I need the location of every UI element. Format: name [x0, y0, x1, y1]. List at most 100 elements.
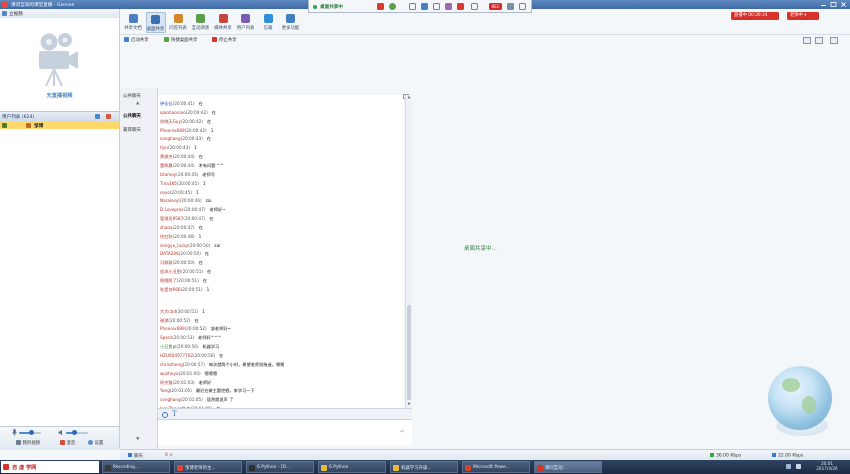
taskbar-item[interactable]: 机器学习升级...: [390, 461, 458, 473]
toolbar-tool-button[interactable]: 更多功能: [281, 12, 301, 33]
chat-sender-name[interactable]: ceyo: [160, 190, 170, 195]
send-icon[interactable]: ↵: [400, 429, 408, 435]
chat-sender-name[interactable]: DATA206: [160, 251, 179, 256]
chat-message-text: 老师好: [198, 379, 212, 385]
chat-sender-name[interactable]: Phoenix689: [160, 128, 185, 133]
chat-sender-name[interactable]: 大大cbd: [160, 309, 176, 314]
chat-sender-name[interactable]: Phoenix689: [160, 326, 185, 331]
toolbar-divider: [120, 34, 850, 35]
tab-guest-chat[interactable]: 嘉宾聊天: [123, 127, 141, 133]
settings-button[interactable]: 设置: [88, 440, 103, 446]
speaker-volume-handle[interactable]: [72, 430, 78, 435]
layout-toggle-icon[interactable]: [803, 37, 811, 44]
record-button[interactable]: REC: [489, 3, 502, 10]
select-region-icon[interactable]: [409, 3, 416, 10]
user-filter-icon[interactable]: [106, 114, 111, 119]
chat-sender-name[interactable]: conghang: [160, 397, 181, 402]
chat-sender-name[interactable]: 小丑鱼pl: [160, 344, 176, 349]
collapse-up-icon[interactable]: ▲: [136, 101, 139, 106]
toolbar-tool-button[interactable]: 信箱: [258, 12, 278, 33]
window-layout-icon[interactable]: [815, 37, 823, 44]
pen-tool-icon[interactable]: [421, 3, 428, 10]
chat-sender-name[interactable]: conghang: [160, 136, 181, 141]
share-settings-icon[interactable]: [507, 3, 514, 10]
chat-sender-name[interactable]: Yang: [160, 388, 170, 393]
chat-sender-name[interactable]: Naralesyl: [160, 198, 180, 203]
chat-sender-name[interactable]: 徐晓天Guy: [160, 119, 181, 124]
chat-sender-name[interactable]: 帆眼眶了: [160, 278, 177, 283]
toolbar-tool-button[interactable]: 桌面共享: [145, 12, 166, 33]
chat-sender-name[interactable]: Spero: [160, 335, 172, 340]
chat-message-text: 木有问题 ^^: [198, 162, 224, 168]
chat-sender-name[interactable]: Tina385: [160, 181, 177, 186]
chat-sender-name[interactable]: 管理员9587: [160, 216, 183, 221]
minimize-icon[interactable]: [820, 2, 827, 7]
chat-sender-name[interactable]: zhaoa: [160, 225, 173, 230]
chat-sender-name[interactable]: wuzhoyo: [160, 371, 179, 376]
toolbar-tool-button[interactable]: 问答列表: [168, 12, 188, 33]
mute-button[interactable]: 混音: [60, 440, 75, 446]
chat-sender-name[interactable]: zengyu_lucky: [160, 243, 188, 248]
chat-sender-name[interactable]: 徐红秋: [160, 234, 173, 239]
minimize-share-bar-icon[interactable]: [519, 3, 526, 10]
toolbar-tool-button[interactable]: 用户列表: [236, 12, 256, 33]
chat-sender-name[interactable]: 钟佳佳: [160, 101, 173, 106]
volume-tray-icon[interactable]: [796, 464, 801, 469]
toolbar-tool-button[interactable]: 共享文档: [123, 12, 143, 33]
chat-sender-name[interactable]: 黄俊杰: [160, 154, 173, 159]
eraser-icon[interactable]: [457, 3, 464, 10]
chat-input[interactable]: [158, 420, 412, 445]
taskbar-item[interactable]: Recording...: [102, 461, 170, 473]
close-icon[interactable]: [840, 1, 847, 7]
toolbar-tool-button[interactable]: 互动调查: [191, 12, 211, 33]
emoji-icon[interactable]: [162, 411, 168, 418]
shape-tool-icon[interactable]: [433, 3, 440, 10]
chat-sender-name[interactable]: Izlamay: [160, 172, 176, 177]
stop-share-button[interactable]: 停止共享: [212, 37, 237, 45]
start-share-button[interactable]: 启动共享: [124, 37, 149, 45]
mic-volume-handle[interactable]: [28, 430, 34, 435]
taskbar-app-icon: [321, 464, 327, 471]
stop-share-icon[interactable]: [377, 3, 384, 10]
chat-sender-name[interactable]: chriszheng: [160, 362, 183, 367]
taskbar-item[interactable]: 6.Python: [318, 461, 386, 473]
maximize-icon[interactable]: [830, 1, 837, 7]
start-logo-button[interactable]: 自 虚 学网: [1, 461, 99, 473]
chat-message: 小丑鱼pl(20:00:56) 机器学习: [160, 344, 219, 349]
chat-sender-name[interactable]: 冯群群: [160, 260, 173, 265]
my-video-button[interactable]: 我的视频: [16, 440, 40, 446]
network-tray-icon[interactable]: [786, 464, 791, 469]
collapse-down-icon[interactable]: ▼: [136, 437, 139, 442]
user-search-icon[interactable]: [95, 114, 100, 119]
font-icon[interactable]: T: [172, 410, 177, 418]
chat-sender-name[interactable]: D Lovepros: [160, 207, 183, 212]
chat-scrollbar[interactable]: ▲ ▼: [405, 95, 412, 408]
quick-share-button[interactable]: 快捷桌面共享: [164, 37, 197, 45]
chat-sender-name[interactable]: 秋是何666: [160, 287, 181, 292]
chat-scroll-thumb[interactable]: [407, 305, 411, 400]
taskbar-item[interactable]: 6.Python - [D...: [246, 461, 314, 473]
chat-sender-name[interactable]: tiyu: [160, 145, 168, 150]
role-dropdown[interactable]: 老师中 ▾: [787, 12, 819, 20]
toolbar-tool-button[interactable]: 媒体共享: [213, 12, 233, 33]
tab-public-chat-header[interactable]: 公共聊天: [123, 93, 141, 99]
chat-sender-name[interactable]: 追求小丑鱼: [160, 269, 181, 274]
tray-clock[interactable]: 20:01 2017/4/26: [812, 461, 842, 471]
taskbar-item[interactable]: 课问互动...: [534, 461, 602, 473]
chat-sender-name[interactable]: 董辉晨: [160, 163, 173, 168]
chat-bottom-tab[interactable]: 聊天: [128, 453, 143, 459]
chat-sender-name[interactable]: qiaohaonaio: [160, 110, 186, 115]
microphone-icon[interactable]: [12, 429, 17, 436]
chat-sender-name[interactable]: 阿杰猫: [160, 380, 173, 385]
clear-icon[interactable]: [471, 3, 478, 10]
chat-sender-name[interactable]: HZU604977702: [160, 353, 193, 358]
fullscreen-icon[interactable]: [830, 37, 838, 44]
chat-message: qiaohaonaio(20:00:42) 在: [160, 110, 216, 115]
user-list-item[interactable]: 邹博: [0, 121, 119, 129]
taskbar-item[interactable]: 邹博老师的主...: [174, 461, 242, 473]
speaker-icon[interactable]: [58, 429, 64, 436]
tab-public-chat[interactable]: 公共聊天: [123, 113, 141, 119]
highlight-tool-icon[interactable]: [445, 3, 452, 10]
pause-share-icon[interactable]: [389, 3, 396, 10]
taskbar-item[interactable]: Microsoft Powe...: [462, 461, 530, 473]
